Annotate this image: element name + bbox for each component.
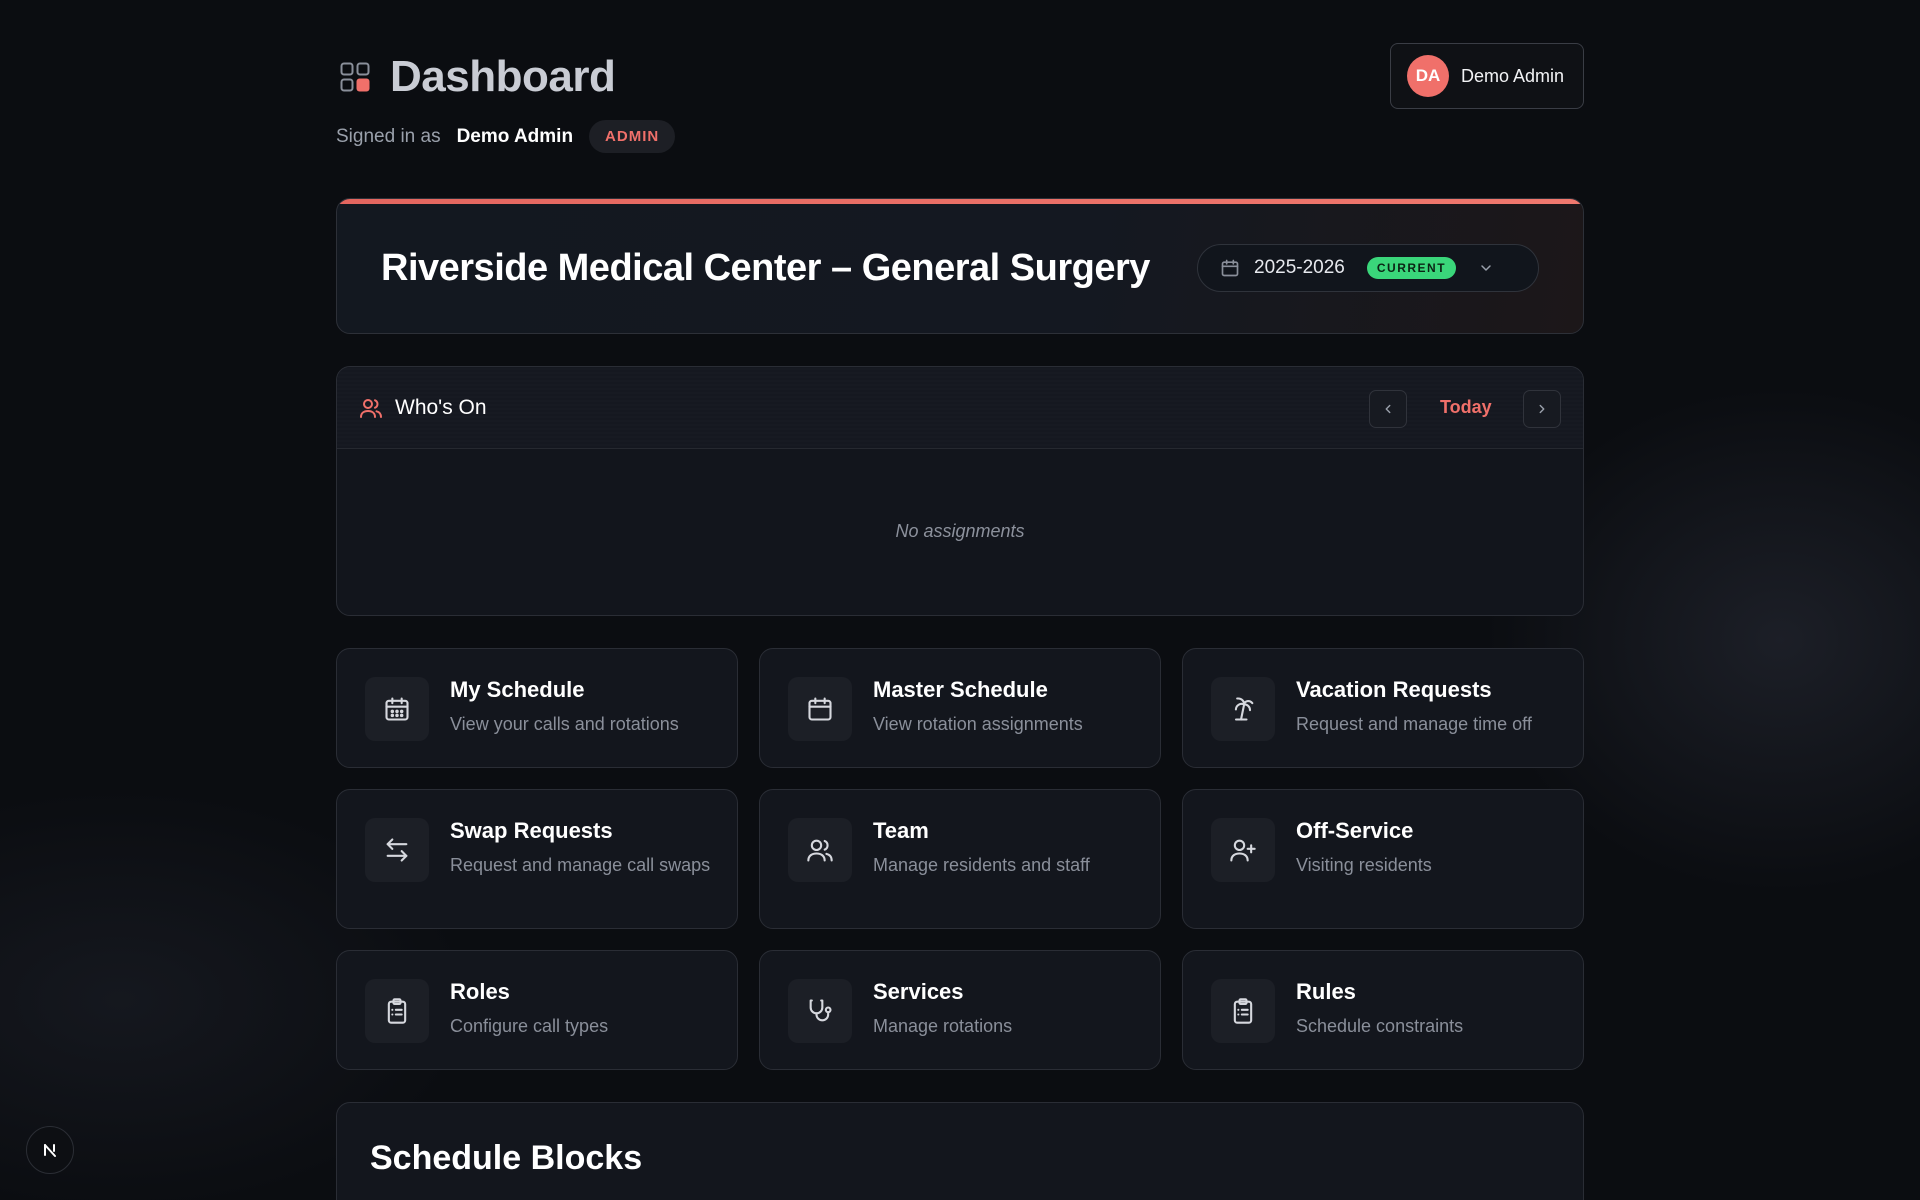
- calendar-icon: [788, 677, 852, 741]
- no-assignments-text: No assignments: [895, 521, 1025, 541]
- dashboard-container: Dashboard Signed in as Demo Admin ADMIN …: [336, 0, 1584, 1200]
- today-button[interactable]: Today: [1440, 397, 1492, 418]
- calendar-icon: [1220, 258, 1240, 278]
- tile-swap-requests[interactable]: Swap Requests Request and manage call sw…: [336, 789, 738, 929]
- tile-subtitle: Manage rotations: [873, 1016, 1013, 1036]
- tile-title: Services: [873, 979, 964, 1004]
- tile-my-schedule[interactable]: My Schedule View your calls and rotation…: [336, 648, 738, 768]
- tile-title: Vacation Requests: [1296, 677, 1492, 702]
- tile-vacation-requests[interactable]: Vacation Requests Request and manage tim…: [1182, 648, 1584, 768]
- tile-title: Team: [873, 818, 929, 843]
- previous-day-button[interactable]: [1369, 390, 1407, 428]
- swap-arrows-icon: [365, 818, 429, 882]
- chevron-left-icon: [1381, 402, 1395, 416]
- tile-subtitle: Request and manage call swaps: [450, 855, 711, 875]
- signed-in-row: Signed in as Demo Admin ADMIN: [336, 120, 676, 153]
- nextjs-dev-indicator-button[interactable]: [26, 1126, 74, 1174]
- tile-off-service[interactable]: Off-Service Visiting residents: [1182, 789, 1584, 929]
- tile-title: Master Schedule: [873, 677, 1048, 702]
- dashboard-grid-icon: [340, 62, 370, 92]
- tile-subtitle: Configure call types: [450, 1016, 609, 1036]
- n-logo-icon: [40, 1140, 60, 1160]
- page-title: Dashboard: [390, 52, 616, 101]
- clipboard-list-icon: [365, 979, 429, 1043]
- academic-year-select[interactable]: 2025-2026 CURRENT: [1197, 244, 1539, 292]
- tile-roles[interactable]: Roles Configure call types: [336, 950, 738, 1070]
- stethoscope-icon: [788, 979, 852, 1043]
- tile-rules[interactable]: Rules Schedule constraints: [1182, 950, 1584, 1070]
- signed-in-user-name: Demo Admin: [456, 125, 574, 147]
- tile-subtitle: Request and manage time off: [1296, 714, 1532, 734]
- users-icon: [359, 396, 383, 420]
- schedule-blocks-title: Schedule Blocks: [370, 1139, 643, 1177]
- user-menu-name: Demo Admin: [1461, 65, 1565, 86]
- calendar-grid-icon: [365, 677, 429, 741]
- avatar: DA: [1407, 55, 1449, 97]
- chevron-down-icon: [1478, 260, 1494, 276]
- tile-team[interactable]: Team Manage residents and staff: [759, 789, 1161, 929]
- tile-subtitle: View rotation assignments: [873, 714, 1083, 734]
- tile-title: Rules: [1296, 979, 1356, 1004]
- role-badge: ADMIN: [589, 120, 676, 153]
- program-title: Riverside Medical Center – General Surge…: [381, 247, 1150, 289]
- tile-services[interactable]: Services Manage rotations: [759, 950, 1161, 1070]
- user-menu-button[interactable]: DA Demo Admin: [1390, 43, 1584, 109]
- academic-year-value: 2025-2026: [1254, 257, 1345, 278]
- chevron-right-icon: [1535, 402, 1549, 416]
- next-day-button[interactable]: [1523, 390, 1561, 428]
- tile-title: My Schedule: [450, 677, 585, 702]
- tile-subtitle: Schedule constraints: [1296, 1016, 1464, 1036]
- whos-on-panel: Who's On Today No assignments: [336, 366, 1584, 616]
- user-plus-icon: [1211, 818, 1275, 882]
- tile-title: Swap Requests: [450, 818, 613, 843]
- tile-subtitle: Manage residents and staff: [873, 855, 1090, 875]
- palm-tree-icon: [1211, 677, 1275, 741]
- schedule-blocks-panel: Schedule Blocks: [336, 1102, 1584, 1200]
- users-icon: [788, 818, 852, 882]
- tile-subtitle: View your calls and rotations: [450, 714, 679, 734]
- title-row: Dashboard: [340, 52, 616, 102]
- tile-title: Roles: [450, 979, 510, 1004]
- clipboard-list-icon: [1211, 979, 1275, 1043]
- signed-in-label: Signed in as: [336, 125, 441, 147]
- page-header: Dashboard Signed in as Demo Admin ADMIN …: [336, 0, 1584, 160]
- whos-on-title: Who's On: [395, 395, 487, 419]
- program-card: Riverside Medical Center – General Surge…: [336, 198, 1584, 334]
- tile-master-schedule[interactable]: Master Schedule View rotation assignment…: [759, 648, 1161, 768]
- tile-title: Off-Service: [1296, 818, 1414, 843]
- current-year-badge: CURRENT: [1366, 257, 1457, 279]
- tile-subtitle: Visiting residents: [1296, 855, 1432, 875]
